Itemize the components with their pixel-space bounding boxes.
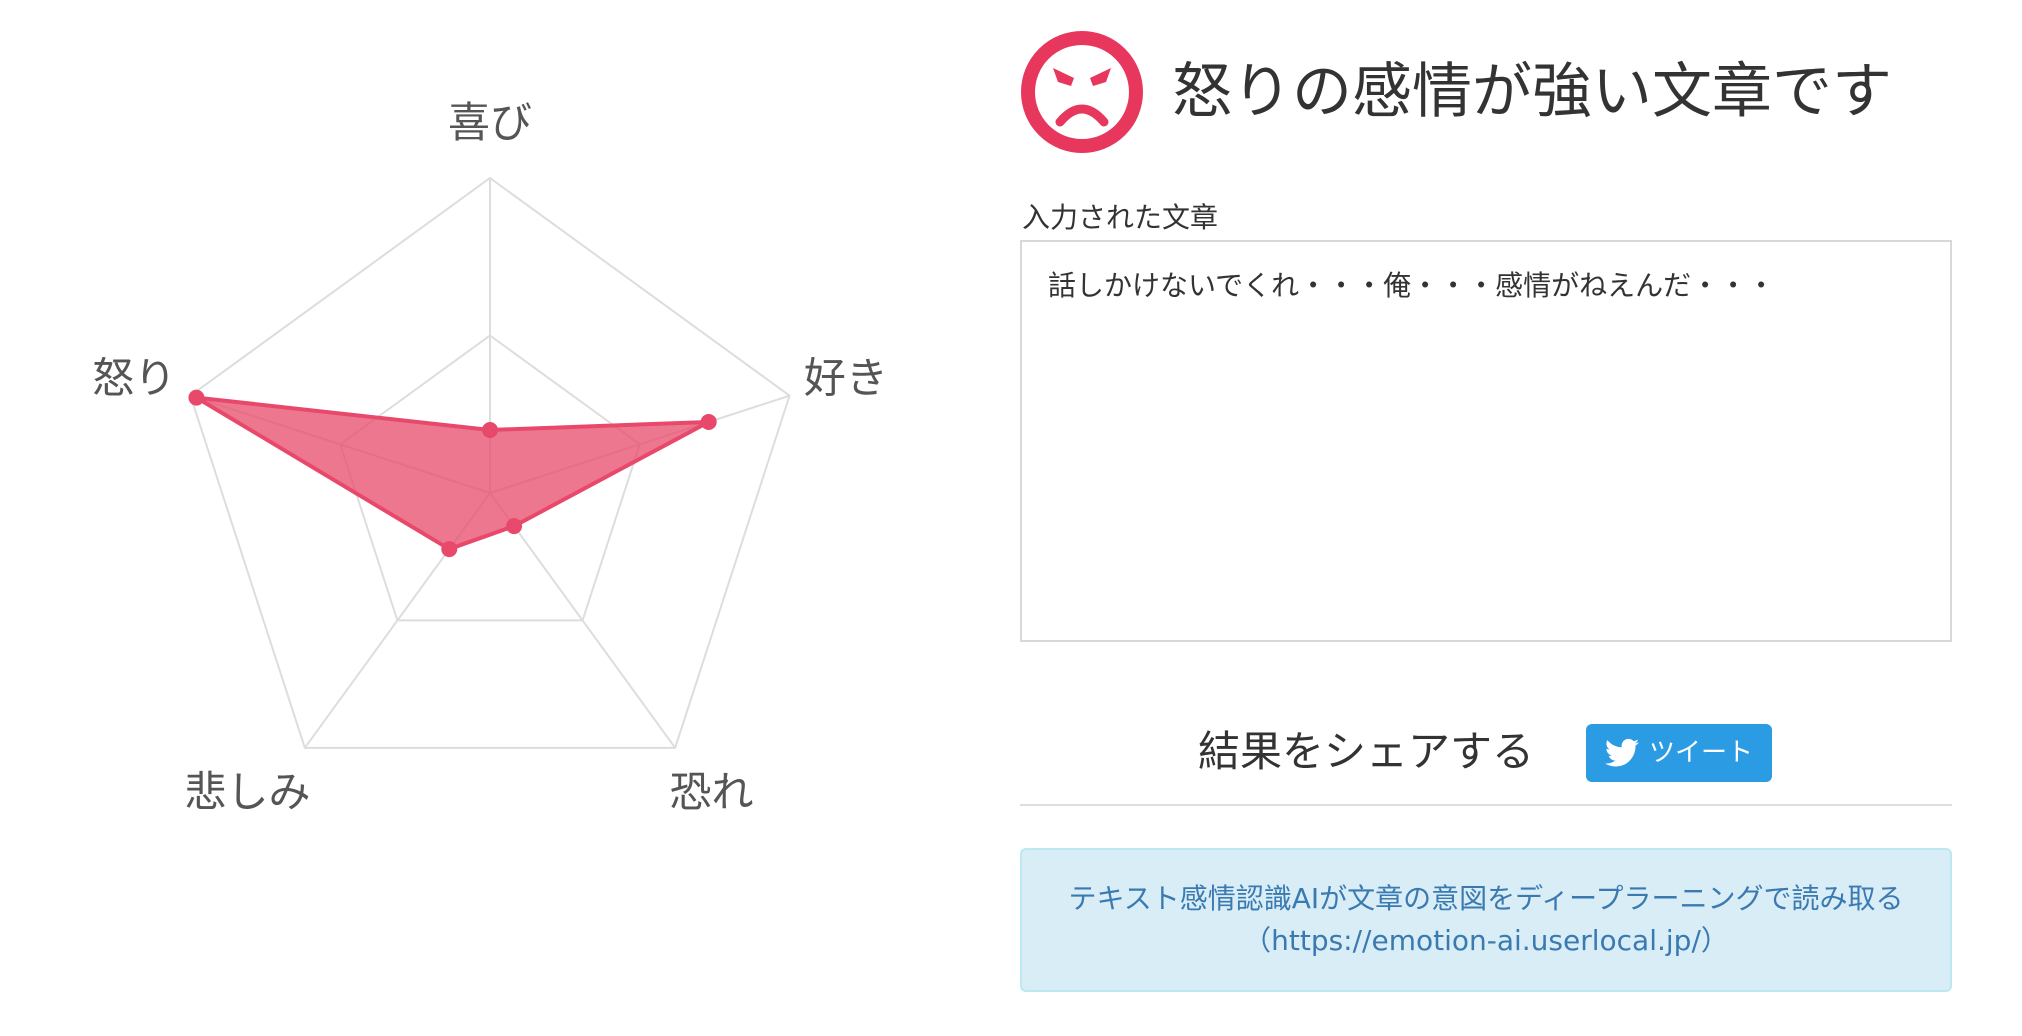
emotion-radar-chart: 喜び好き恐れ 悲しみ 怒り (92, 98, 888, 816)
radar-point-2 (700, 413, 717, 430)
share-label: 結果をシェアする (1198, 727, 1535, 776)
input-text: 話しかけないでくれ・・・俺・・・感情がねえんだ・・・ (1048, 269, 1776, 302)
radar-area (194, 395, 711, 552)
info-link-box[interactable]: テキスト感情認識AIが文章の意図をディープラーニングで読み取る （https:/… (1020, 848, 1952, 992)
result-page: 喜び好き恐れ 悲しみ 怒り 怒りの感情が強い文章です 入力された文章 話しかけないで… (0, 0, 2022, 1036)
radar-axis-label: 喜び (448, 98, 532, 147)
info-text-line-2: （https://emotion-ai.userlocal.jp/） (1243, 924, 1729, 957)
tweet-button-label: ツイート (1648, 738, 1753, 768)
radar-point-4 (441, 541, 458, 558)
radar-axis-label: 好き (804, 354, 888, 403)
info-text-line-1: テキスト感情認識AIが文章の意図をディープラーニングで読み取る (1068, 882, 1904, 915)
share-divider (1020, 804, 1952, 806)
radar-series (188, 389, 717, 558)
radar-point-3 (506, 518, 523, 535)
radar-point-5 (188, 389, 205, 406)
input-label: 入力された文章 (1022, 201, 1219, 234)
input-text-box: 話しかけないでくれ・・・俺・・・感情がねえんだ・・・ (1020, 240, 1952, 642)
twitter-bird-icon (1604, 738, 1639, 767)
radar-axis-label: 悲しみ (185, 767, 311, 816)
radar-axis-label: 怒り (92, 354, 176, 403)
result-title: 怒りの感情が強い文章です (1172, 57, 1892, 127)
angry-face-icon (1021, 31, 1143, 153)
radar-axis-label: 恐れ (669, 767, 753, 816)
radar-point-1 (482, 422, 498, 438)
tweet-button[interactable]: ツイート (1586, 724, 1772, 782)
